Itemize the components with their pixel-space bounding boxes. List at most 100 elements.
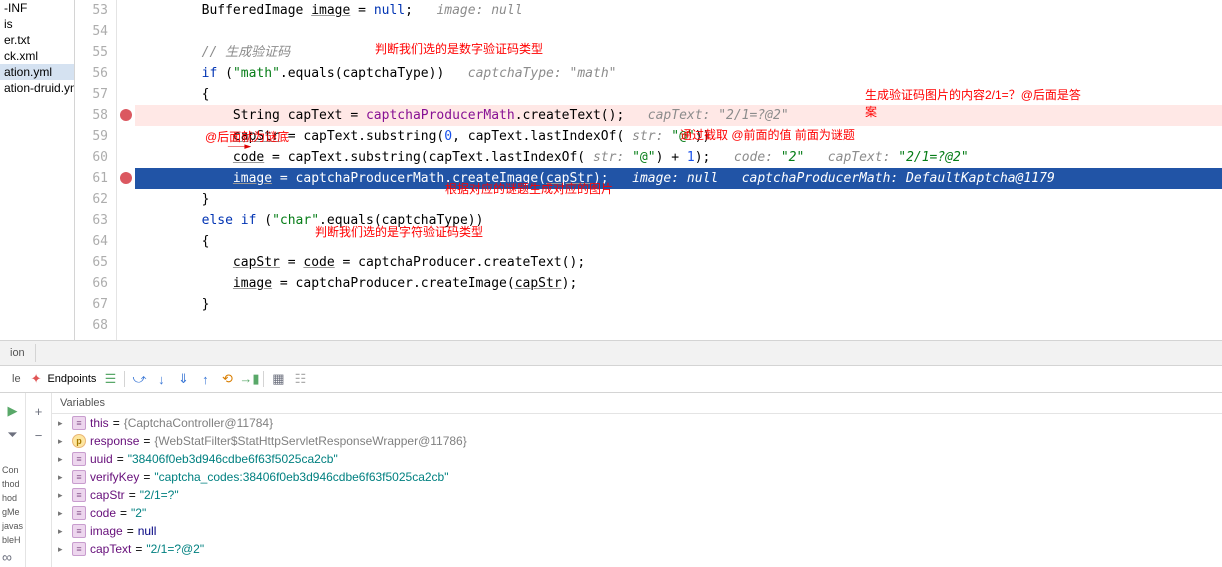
var-name: verifyKey bbox=[90, 470, 139, 484]
breakpoint-icon[interactable] bbox=[120, 172, 132, 184]
variable-row[interactable]: ▸≡verifyKey = "captcha_codes:38406f0eb3d… bbox=[52, 468, 1222, 486]
code-line: // 生成验证码 bbox=[135, 42, 1222, 63]
code-line: } bbox=[135, 294, 1222, 315]
resume-icon[interactable]: ▶ bbox=[0, 399, 25, 423]
variable-row[interactable]: ▸≡capText = "2/1=?@2" bbox=[52, 540, 1222, 558]
debug-panel: ion le ✦ Endpoints ☰ ⤻ ↓ ⇓ ↑ ⟲ →▮ ▦ ☷ ▶ … bbox=[0, 340, 1222, 567]
variable-row[interactable]: ▸≡image = null bbox=[52, 522, 1222, 540]
var-value: "2/1=?" bbox=[140, 488, 179, 502]
expand-icon[interactable]: ▸ bbox=[58, 418, 68, 429]
field-badge-icon: ≡ bbox=[72, 488, 86, 502]
step-over-icon[interactable]: ⤻ bbox=[131, 371, 147, 387]
drop-frame-icon[interactable]: ⟲ bbox=[219, 371, 235, 387]
code-editor[interactable]: 53545556575859606162636465666768 Buffere… bbox=[75, 0, 1222, 340]
tree-item[interactable]: is bbox=[0, 16, 74, 32]
field-badge-icon: ≡ bbox=[72, 542, 86, 556]
field-badge-icon: ≡ bbox=[72, 470, 86, 484]
code-line: code = capText.substring(capText.lastInd… bbox=[135, 147, 1222, 168]
tree-item[interactable]: er.txt bbox=[0, 32, 74, 48]
code-line-executing: image = captchaProducerMath.createImage(… bbox=[135, 168, 1222, 189]
filter-icon[interactable]: ⏷ bbox=[0, 423, 25, 447]
inf-icon[interactable]: ∞ bbox=[0, 547, 26, 567]
var-value: "2/1=?@2" bbox=[146, 542, 204, 556]
variables-header: Variables bbox=[52, 393, 1222, 414]
variable-row[interactable]: ▸≡capStr = "2/1=?" bbox=[52, 486, 1222, 504]
expand-icon[interactable]: ▸ bbox=[58, 490, 68, 501]
strip-item[interactable]: gMe bbox=[0, 505, 26, 519]
variable-row[interactable]: ▸≡uuid = "38406f0eb3d946cdbe6f63f5025ca2… bbox=[52, 450, 1222, 468]
debug-sidebar2: + − bbox=[26, 393, 52, 567]
evaluate-icon[interactable]: ▦ bbox=[270, 371, 286, 387]
expand-icon[interactable]: ▸ bbox=[58, 436, 68, 447]
var-value: "captcha_codes:38406f0eb3d946cdbe6f63f50… bbox=[154, 470, 448, 484]
strip-item[interactable]: thod bbox=[0, 477, 26, 491]
var-name: code bbox=[90, 506, 116, 520]
run-to-cursor-icon[interactable]: →▮ bbox=[241, 371, 257, 387]
code-line: { bbox=[135, 231, 1222, 252]
variable-row[interactable]: ▸≡code = "2" bbox=[52, 504, 1222, 522]
more-icon[interactable]: ☷ bbox=[292, 371, 308, 387]
tree-item-selected[interactable]: ation.yml bbox=[0, 64, 74, 80]
code-line: else if ("char".equals(captchaType)) bbox=[135, 210, 1222, 231]
step-out-icon[interactable]: ↑ bbox=[197, 371, 213, 387]
remove-icon[interactable]: − bbox=[26, 423, 51, 447]
expand-icon[interactable]: ▸ bbox=[58, 508, 68, 519]
code-line: } bbox=[135, 189, 1222, 210]
step-into-icon[interactable]: ↓ bbox=[153, 371, 169, 387]
expand-icon[interactable]: ▸ bbox=[58, 544, 68, 555]
code-area[interactable]: BufferedImage image = null; image: null … bbox=[135, 0, 1222, 340]
var-value: null bbox=[138, 524, 157, 538]
add-icon[interactable]: + bbox=[26, 399, 51, 423]
breakpoint-icon[interactable] bbox=[120, 109, 132, 121]
strip-item[interactable]: hod bbox=[0, 491, 26, 505]
var-name: uuid bbox=[90, 452, 113, 466]
project-tree[interactable]: -INF is er.txt ck.xml ation.yml ation-dr… bbox=[0, 0, 75, 340]
variable-row[interactable]: ▸≡this = {CaptchaController@11784} bbox=[52, 414, 1222, 432]
code-line bbox=[135, 21, 1222, 42]
tab[interactable]: ion bbox=[0, 344, 36, 362]
variables-panel: Variables ▸≡this = {CaptchaController@11… bbox=[52, 393, 1222, 567]
var-value: "38406f0eb3d946cdbe6f63f5025ca2cb" bbox=[128, 452, 338, 466]
breakpoint-gutter[interactable] bbox=[117, 0, 135, 340]
code-line: capStr = capText.substring(0, capText.la… bbox=[135, 126, 1222, 147]
code-line: image = captchaProducer.createImage(capS… bbox=[135, 273, 1222, 294]
expand-icon[interactable]: ▸ bbox=[58, 526, 68, 537]
code-line-breakpoint: String capText = captchaProducerMath.cre… bbox=[135, 105, 1222, 126]
left-tool-strip: Con thod hod gMe javas bleH ∞ bbox=[0, 463, 26, 567]
tree-item[interactable]: ation-druid.yml bbox=[0, 80, 74, 96]
variable-row[interactable]: ▸presponse = {WebStatFilter$StatHttpServ… bbox=[52, 432, 1222, 450]
var-value: {CaptchaController@11784} bbox=[124, 416, 273, 430]
var-value: "2" bbox=[131, 506, 146, 520]
debug-tabs: ion bbox=[0, 341, 1222, 366]
var-name: capStr bbox=[90, 488, 125, 502]
strip-item[interactable]: javas bbox=[0, 519, 26, 533]
code-line: capStr = code = captchaProducer.createTe… bbox=[135, 252, 1222, 273]
force-step-icon[interactable]: ⇓ bbox=[175, 371, 191, 387]
var-value: {WebStatFilter$StatHttpServletResponseWr… bbox=[154, 434, 466, 448]
strip-item[interactable]: Con bbox=[0, 463, 26, 477]
field-badge-icon: ≡ bbox=[72, 416, 86, 430]
tree-item[interactable]: ck.xml bbox=[0, 48, 74, 64]
var-name: response bbox=[90, 434, 139, 448]
code-line: BufferedImage image = null; image: null bbox=[135, 0, 1222, 21]
code-line: { bbox=[135, 84, 1222, 105]
debug-toolbar: le ✦ Endpoints ☰ ⤻ ↓ ⇓ ↑ ⟲ →▮ ▦ ☷ bbox=[0, 366, 1222, 393]
param-badge-icon: p bbox=[72, 434, 86, 448]
tree-item[interactable]: -INF bbox=[0, 0, 74, 16]
var-name: image bbox=[90, 524, 123, 538]
field-badge-icon: ≡ bbox=[72, 452, 86, 466]
tab-console[interactable]: le bbox=[8, 370, 25, 388]
var-name: this bbox=[90, 416, 109, 430]
line-gutter: 53545556575859606162636465666768 bbox=[75, 0, 117, 340]
expand-icon[interactable]: ▸ bbox=[58, 472, 68, 483]
field-badge-icon: ≡ bbox=[72, 524, 86, 538]
endpoints-label[interactable]: Endpoints bbox=[47, 373, 96, 385]
code-line bbox=[135, 315, 1222, 336]
layout-icon[interactable]: ☰ bbox=[102, 371, 118, 387]
endpoints-icon[interactable]: ✦ bbox=[31, 371, 42, 387]
field-badge-icon: ≡ bbox=[72, 506, 86, 520]
strip-item[interactable]: bleH bbox=[0, 533, 26, 547]
code-line: if ("math".equals(captchaType)) captchaT… bbox=[135, 63, 1222, 84]
expand-icon[interactable]: ▸ bbox=[58, 454, 68, 465]
var-name: capText bbox=[90, 542, 131, 556]
